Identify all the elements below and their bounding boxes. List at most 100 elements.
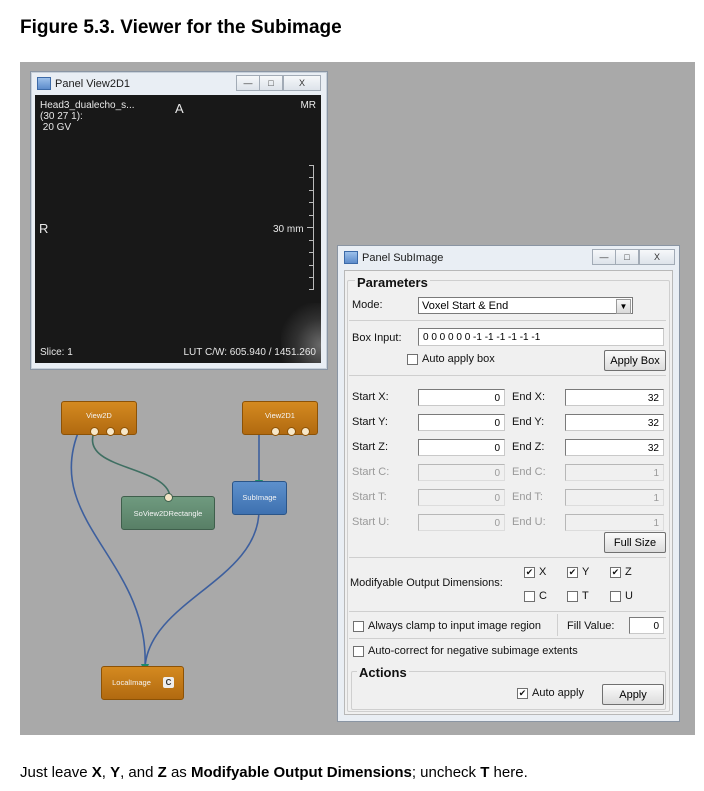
end-z-field[interactable]: 32 bbox=[565, 439, 664, 456]
fill-value-field[interactable]: 0 bbox=[629, 617, 664, 634]
module-view2d1[interactable]: View2D1 bbox=[242, 401, 318, 436]
module-localimage[interactable]: LocalImage C bbox=[101, 666, 184, 700]
start-u-field[interactable]: 0 bbox=[418, 514, 505, 531]
module-label: View2D1 bbox=[265, 411, 295, 420]
dimension-u-label: U bbox=[625, 590, 633, 602]
caption-text: , bbox=[101, 764, 111, 781]
box-input-field[interactable]: 0 0 0 0 0 0 -1 -1 -1 -1 -1 -1 bbox=[418, 328, 664, 346]
start-x-label: Start X: bbox=[352, 391, 389, 403]
apply-box-button[interactable]: Apply Box bbox=[604, 350, 666, 371]
caption-dims: Modifyable Output Dimensions bbox=[190, 764, 412, 781]
chevron-down-icon[interactable]: ▼ bbox=[616, 299, 631, 314]
dimension-y-label: Y bbox=[582, 566, 590, 578]
module-port[interactable] bbox=[301, 427, 310, 436]
dimension-c-checkbox[interactable] bbox=[524, 591, 535, 602]
dimension-c-label: C bbox=[539, 590, 547, 602]
end-t-label: End T: bbox=[512, 491, 543, 503]
fill-value-label: Fill Value: bbox=[567, 620, 615, 632]
module-port[interactable] bbox=[271, 427, 280, 436]
module-view2d[interactable]: View2D bbox=[61, 401, 137, 436]
dimension-t-checkbox[interactable] bbox=[567, 591, 578, 602]
connection-localimage-view2d bbox=[70, 427, 146, 668]
apply-button[interactable]: Apply bbox=[602, 684, 664, 705]
divider bbox=[349, 557, 666, 558]
start-t-field[interactable]: 0 bbox=[418, 489, 505, 506]
start-c-field[interactable]: 0 bbox=[418, 464, 505, 481]
end-t-field[interactable]: 1 bbox=[565, 489, 664, 506]
dimension-u-checkbox[interactable] bbox=[610, 591, 621, 602]
end-x-label: End X: bbox=[512, 391, 546, 403]
figure-caption: Just leave X, Y, and Z as Modifyable Out… bbox=[20, 764, 528, 781]
module-port[interactable] bbox=[90, 427, 99, 436]
module-port[interactable] bbox=[120, 427, 129, 436]
end-z-label: End Z: bbox=[512, 441, 545, 453]
module-port[interactable] bbox=[106, 427, 115, 436]
mode-label: Mode: bbox=[352, 299, 383, 311]
caption-text: , and bbox=[120, 764, 158, 781]
end-c-label: End C: bbox=[512, 466, 546, 478]
end-c-field[interactable]: 1 bbox=[565, 464, 664, 481]
caption-z: Z bbox=[157, 764, 167, 781]
caption-x: X bbox=[91, 764, 102, 781]
dimension-z-checkbox[interactable]: ✔ bbox=[610, 567, 621, 578]
caption-text: here. bbox=[489, 764, 528, 781]
divider bbox=[349, 320, 666, 321]
maximize-button[interactable]: □ bbox=[615, 249, 639, 265]
parameters-header: Parameters bbox=[355, 275, 430, 290]
start-x-field[interactable]: 0 bbox=[418, 389, 505, 406]
auto-apply-checkbox[interactable]: ✔ bbox=[517, 688, 528, 699]
connection-subimage-localimage bbox=[144, 508, 260, 668]
start-u-label: Start U: bbox=[352, 516, 390, 528]
connection-rectangle-view2d bbox=[91, 431, 171, 497]
app-icon bbox=[344, 251, 358, 264]
module-soview2drectangle[interactable]: SoView2DRectangle bbox=[121, 493, 215, 530]
start-t-label: Start T: bbox=[352, 491, 387, 503]
clamp-label: Always clamp to input image region bbox=[368, 620, 542, 632]
clamp-checkbox[interactable] bbox=[353, 621, 364, 632]
subimage-panel-body: Parameters Mode: Voxel Start & End ▼ Box… bbox=[344, 270, 673, 715]
auto-apply-label: Auto apply bbox=[532, 687, 584, 699]
subimage-panel-title: Panel SubImage bbox=[362, 252, 444, 264]
end-u-label: End U: bbox=[512, 516, 546, 528]
caption-text: as bbox=[166, 764, 191, 781]
dimension-y-checkbox[interactable]: ✔ bbox=[567, 567, 578, 578]
modifyable-output-dimensions-label: Modifyable Output Dimensions: bbox=[350, 577, 503, 589]
end-u-field[interactable]: 1 bbox=[565, 514, 664, 531]
end-y-label: End Y: bbox=[512, 416, 545, 428]
mode-select[interactable]: Voxel Start & End ▼ bbox=[418, 297, 633, 314]
module-port[interactable] bbox=[164, 493, 173, 502]
start-y-label: Start Y: bbox=[352, 416, 388, 428]
autocorrect-label: Auto-correct for negative subimage exten… bbox=[368, 645, 578, 657]
start-c-label: Start C: bbox=[352, 466, 390, 478]
caption-text: ; uncheck bbox=[411, 764, 481, 781]
module-label: SubImage bbox=[242, 493, 277, 502]
auto-apply-box-checkbox[interactable] bbox=[407, 354, 418, 365]
full-size-button[interactable]: Full Size bbox=[604, 532, 666, 553]
minimize-button[interactable]: — bbox=[592, 249, 616, 265]
subimage-panel-titlebar[interactable]: Panel SubImage — □ X bbox=[338, 246, 679, 268]
box-input-label: Box Input: bbox=[352, 332, 402, 344]
actions-header: Actions bbox=[357, 665, 409, 680]
end-x-field[interactable]: 32 bbox=[565, 389, 664, 406]
module-subimage[interactable]: SubImage bbox=[232, 481, 287, 515]
close-button[interactable]: X bbox=[639, 249, 675, 265]
reload-icon[interactable]: C bbox=[163, 677, 174, 688]
dimension-z-label: Z bbox=[625, 566, 632, 578]
module-port[interactable] bbox=[287, 427, 296, 436]
start-z-label: Start Z: bbox=[352, 441, 389, 453]
start-z-field[interactable]: 0 bbox=[418, 439, 505, 456]
autocorrect-checkbox[interactable] bbox=[353, 646, 364, 657]
caption-text: Just leave bbox=[20, 764, 92, 781]
divider bbox=[557, 614, 558, 636]
dimension-t-label: T bbox=[582, 590, 589, 602]
end-y-field[interactable]: 32 bbox=[565, 414, 664, 431]
divider bbox=[349, 611, 666, 612]
divider bbox=[349, 638, 666, 639]
start-y-field[interactable]: 0 bbox=[418, 414, 505, 431]
caption-y: Y bbox=[110, 764, 121, 781]
subimage-panel-window[interactable]: Panel SubImage — □ X Parameters Mode: Vo… bbox=[337, 245, 680, 722]
auto-apply-box-label: Auto apply box bbox=[422, 353, 495, 365]
caption-t: T bbox=[480, 764, 490, 781]
mode-value: Voxel Start & End bbox=[422, 300, 509, 312]
dimension-x-checkbox[interactable]: ✔ bbox=[524, 567, 535, 578]
